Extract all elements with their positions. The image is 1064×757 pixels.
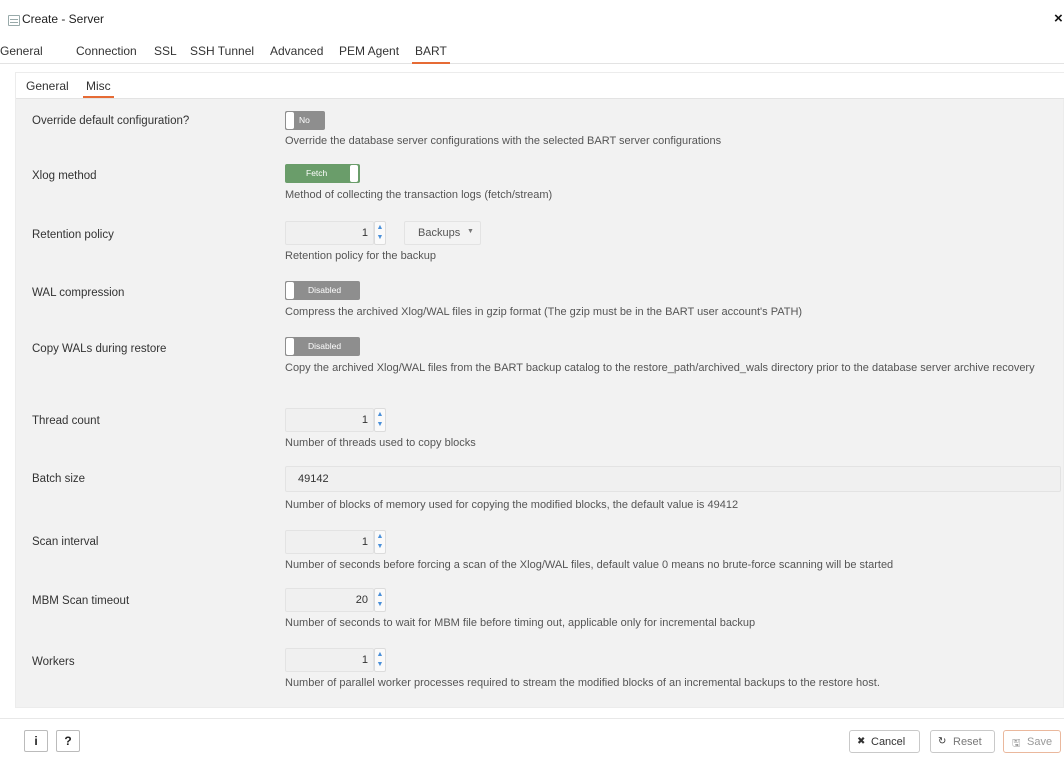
tab-advanced[interactable]: Advanced — [270, 44, 323, 58]
workers-value: 1 — [361, 654, 368, 666]
batch-size-label: Batch size — [32, 473, 86, 485]
copy-wals-toggle[interactable]: Disabled — [285, 337, 360, 356]
retention-policy-label: Retention policy — [32, 229, 114, 241]
dialog-title: Create - Server — [22, 12, 105, 26]
toggle-knob — [286, 338, 294, 355]
thread-count-label: Thread count — [32, 415, 100, 427]
xlog-method-toggle[interactable]: Fetch — [285, 164, 360, 183]
override-label: Override default configuration? — [32, 115, 190, 127]
thread-count-value: 1 — [361, 414, 368, 426]
dialog-titlebar: Create - Server × — [0, 0, 1064, 36]
retention-policy-input[interactable]: 1 — [285, 221, 374, 245]
scan-interval-label: Scan interval — [32, 536, 99, 548]
info-icon: i — [34, 734, 38, 748]
tab-ssh-tunnel[interactable]: SSH Tunnel — [190, 44, 254, 58]
batch-size-value: 49142 — [298, 473, 329, 485]
batch-size-help: Number of blocks of memory used for copy… — [285, 499, 739, 511]
wal-compression-toggle[interactable]: Disabled — [285, 281, 360, 300]
chevron-up-icon[interactable]: ▲ — [376, 590, 384, 600]
workers-help: Number of parallel worker processes requ… — [285, 677, 880, 689]
copy-wals-help: Copy the archived Xlog/WAL files from th… — [285, 362, 1035, 374]
save-button[interactable]: 🖫 Save — [1003, 730, 1061, 753]
workers-label: Workers — [32, 656, 75, 668]
refresh-icon: ↻ — [938, 736, 947, 747]
cancel-button[interactable]: ✖ Cancel — [849, 730, 920, 753]
floppy-disk-icon: 🖫 — [1012, 738, 1021, 749]
retention-policy-help: Retention policy for the backup — [285, 250, 437, 262]
mbm-scan-timeout-help: Number of seconds to wait for MBM file b… — [285, 617, 756, 629]
tab-bart[interactable]: BART — [412, 44, 450, 64]
close-icon[interactable]: × — [1054, 10, 1063, 27]
retention-policy-stepper[interactable]: ▲ ▼ — [374, 221, 386, 245]
thread-count-input[interactable]: 1 — [285, 408, 374, 432]
chevron-down-icon[interactable]: ▼ — [376, 233, 384, 243]
toggle-knob — [350, 165, 358, 182]
retention-policy-value: 1 — [361, 227, 368, 239]
chevron-down-icon[interactable]: ▼ — [376, 660, 384, 670]
toggle-label: Disabled — [308, 341, 342, 351]
chevron-up-icon[interactable]: ▲ — [376, 410, 384, 420]
chevron-up-icon[interactable]: ▲ — [376, 532, 384, 542]
wal-compression-help: Compress the archived Xlog/WAL files in … — [285, 306, 803, 318]
thread-count-stepper[interactable]: ▲ ▼ — [374, 408, 386, 432]
subtab-misc[interactable]: Misc — [83, 79, 114, 98]
tab-general[interactable]: General — [0, 44, 43, 58]
chevron-down-icon[interactable]: ▼ — [376, 542, 384, 552]
scan-interval-help: Number of seconds before forcing a scan … — [285, 559, 894, 571]
chevron-up-icon[interactable]: ▲ — [376, 223, 384, 233]
batch-size-input[interactable]: 49142 — [285, 466, 1061, 492]
top-tab-bar: General Connection SSL SSH Tunnel Advanc… — [0, 36, 1064, 64]
copy-wals-label: Copy WALs during restore — [32, 343, 167, 355]
xlog-method-label: Xlog method — [32, 170, 97, 182]
workers-stepper[interactable]: ▲ ▼ — [374, 648, 386, 672]
info-button[interactable]: i — [24, 730, 48, 752]
bart-panel: General Misc Override default configurat… — [15, 72, 1064, 708]
save-label: Save — [1027, 736, 1053, 748]
chevron-up-icon[interactable]: ▲ — [376, 650, 384, 660]
xlog-method-help: Method of collecting the transaction log… — [285, 189, 553, 201]
override-toggle[interactable]: No — [285, 111, 325, 130]
reset-button[interactable]: ↻ Reset — [930, 730, 995, 753]
scan-interval-stepper[interactable]: ▲ ▼ — [374, 530, 386, 554]
toggle-knob — [286, 112, 294, 129]
scan-interval-input[interactable]: 1 — [285, 530, 374, 554]
sub-tab-bar: General Misc — [16, 73, 1064, 99]
close-icon: ✖ — [857, 736, 866, 747]
thread-count-help: Number of threads used to copy blocks — [285, 437, 476, 449]
retention-unit-value: Backups — [418, 227, 461, 239]
wal-compression-label: WAL compression — [32, 287, 125, 299]
tab-pem-agent[interactable]: PEM Agent — [339, 44, 399, 58]
scan-interval-value: 1 — [361, 536, 368, 548]
reset-label: Reset — [953, 736, 982, 748]
dialog-footer: i ? ✖ Cancel ↻ Reset 🖫 Save — [0, 718, 1064, 757]
retention-unit-select[interactable]: Backups ▼ — [404, 221, 481, 245]
chevron-down-icon[interactable]: ▼ — [376, 420, 384, 430]
mbm-scan-timeout-value: 20 — [355, 594, 368, 606]
toggle-label: Disabled — [308, 285, 342, 295]
help-button[interactable]: ? — [56, 730, 80, 752]
subtab-general[interactable]: General — [26, 79, 69, 93]
help-icon: ? — [64, 734, 72, 748]
caret-down-icon: ▼ — [467, 228, 474, 235]
toggle-label: Fetch — [306, 168, 328, 178]
chevron-down-icon[interactable]: ▼ — [376, 600, 384, 610]
mbm-scan-timeout-stepper[interactable]: ▲ ▼ — [374, 588, 386, 612]
mbm-scan-timeout-label: MBM Scan timeout — [32, 595, 130, 607]
toggle-knob — [286, 282, 294, 299]
tab-connection[interactable]: Connection — [76, 44, 137, 58]
cancel-label: Cancel — [871, 736, 906, 748]
override-help: Override the database server configurati… — [285, 135, 722, 147]
mbm-scan-timeout-input[interactable]: 20 — [285, 588, 374, 612]
workers-input[interactable]: 1 — [285, 648, 374, 672]
toggle-label: No — [299, 115, 310, 125]
tab-ssl[interactable]: SSL — [154, 44, 177, 58]
server-form-icon — [8, 15, 20, 26]
